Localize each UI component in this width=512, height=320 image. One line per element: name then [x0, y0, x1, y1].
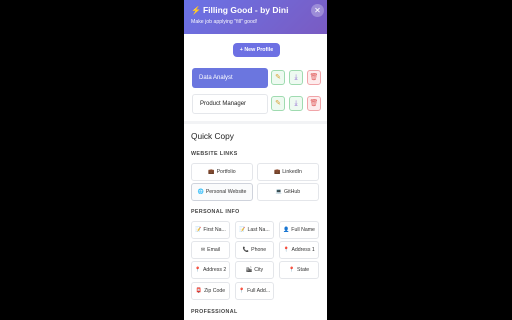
person-icon: 👤 [283, 227, 290, 233]
download-icon: ⤓ [294, 74, 298, 81]
extension-popup: ⚡ Filling Good - by Dini Make job applyi… [184, 0, 327, 320]
close-icon: ✕ [314, 6, 321, 15]
pin-icon: 📍 [194, 267, 201, 273]
copy-linkedin-button[interactable]: 💼 LinkedIn [257, 163, 319, 181]
copy-personal-website-button[interactable]: 🌐 Personal Website [191, 183, 253, 201]
section-divider [184, 121, 327, 124]
personal-info-label: PERSONAL INFO [191, 209, 240, 215]
pin-icon: 📍 [288, 267, 296, 273]
app-title-text: Filling Good - by Dini [202, 5, 289, 15]
quick-copy-title: Quick Copy [191, 131, 234, 141]
copy-last-name-button[interactable]: 📝 Last Na... [235, 221, 274, 239]
website-links-label: WEBSITE LINKS [191, 151, 238, 157]
copy-portfolio-button[interactable]: 💼 Portfolio [191, 163, 253, 181]
copy-address-1-button[interactable]: 📍 Address 1 [279, 241, 319, 259]
profile-row: Product Manager ✎ ⤓ 🗑 [192, 94, 321, 114]
profile-select-product-manager[interactable]: Product Manager [192, 94, 268, 114]
pencil-icon: ✎ [275, 74, 281, 81]
app-subtitle: Make job applying "fill" good! [191, 19, 258, 25]
briefcase-icon: 💼 [208, 169, 215, 175]
trash-icon: 🗑 [309, 74, 319, 81]
copy-phone-button[interactable]: 📞 Phone [235, 241, 274, 259]
copy-first-name-button[interactable]: 📝 First Na... [191, 221, 230, 239]
briefcase-icon: 💼 [274, 169, 281, 175]
profile-row: Data Analyst ✎ ⤓ 🗑 [192, 68, 321, 88]
app-title: ⚡ Filling Good - by Dini [191, 5, 320, 16]
download-profile-button[interactable]: ⤓ [289, 70, 303, 85]
download-profile-button[interactable]: ⤓ [289, 96, 303, 111]
phone-icon: 📞 [242, 247, 250, 253]
city-icon: 🏙 [245, 267, 253, 273]
copy-full-address-button[interactable]: 📍 Full Add... [235, 282, 274, 300]
copy-city-button[interactable]: 🏙 City [235, 261, 274, 279]
delete-profile-button[interactable]: 🗑 [307, 96, 321, 111]
pin-icon: 📍 [283, 247, 290, 253]
new-profile-button[interactable]: + New Profile [233, 43, 280, 57]
delete-profile-button[interactable]: 🗑 [307, 70, 321, 85]
copy-github-button[interactable]: 💻 GitHub [257, 183, 319, 201]
memo-icon: 📝 [239, 227, 246, 233]
copy-address-2-button[interactable]: 📍 Address 2 [191, 261, 230, 279]
popup-header: ⚡ Filling Good - by Dini Make job applyi… [184, 0, 327, 34]
computer-icon: 💻 [275, 189, 283, 195]
copy-full-name-button[interactable]: 👤 Full Name [279, 221, 319, 239]
profile-select-data-analyst[interactable]: Data Analyst [192, 68, 268, 88]
copy-zip-code-button[interactable]: 📮 Zip Code [191, 282, 230, 300]
memo-icon: 📝 [195, 227, 202, 233]
pencil-icon: ✎ [275, 100, 281, 107]
professional-label: PROFESSIONAL [191, 309, 238, 315]
copy-email-button[interactable]: ✉ Email [191, 241, 230, 259]
download-icon: ⤓ [294, 100, 298, 107]
mailbox-icon: 📮 [195, 288, 203, 294]
pin-icon: 📍 [238, 288, 246, 294]
close-button[interactable]: ✕ [311, 4, 324, 17]
screen-background: ⚡ Filling Good - by Dini Make job applyi… [0, 0, 512, 320]
edit-profile-button[interactable]: ✎ [271, 70, 285, 85]
email-icon: ✉ [200, 247, 206, 253]
lightning-icon: ⚡ [191, 6, 201, 15]
copy-state-button[interactable]: 📍 State [279, 261, 319, 279]
globe-icon: 🌐 [197, 189, 204, 195]
edit-profile-button[interactable]: ✎ [271, 96, 285, 111]
trash-icon: 🗑 [309, 100, 319, 107]
